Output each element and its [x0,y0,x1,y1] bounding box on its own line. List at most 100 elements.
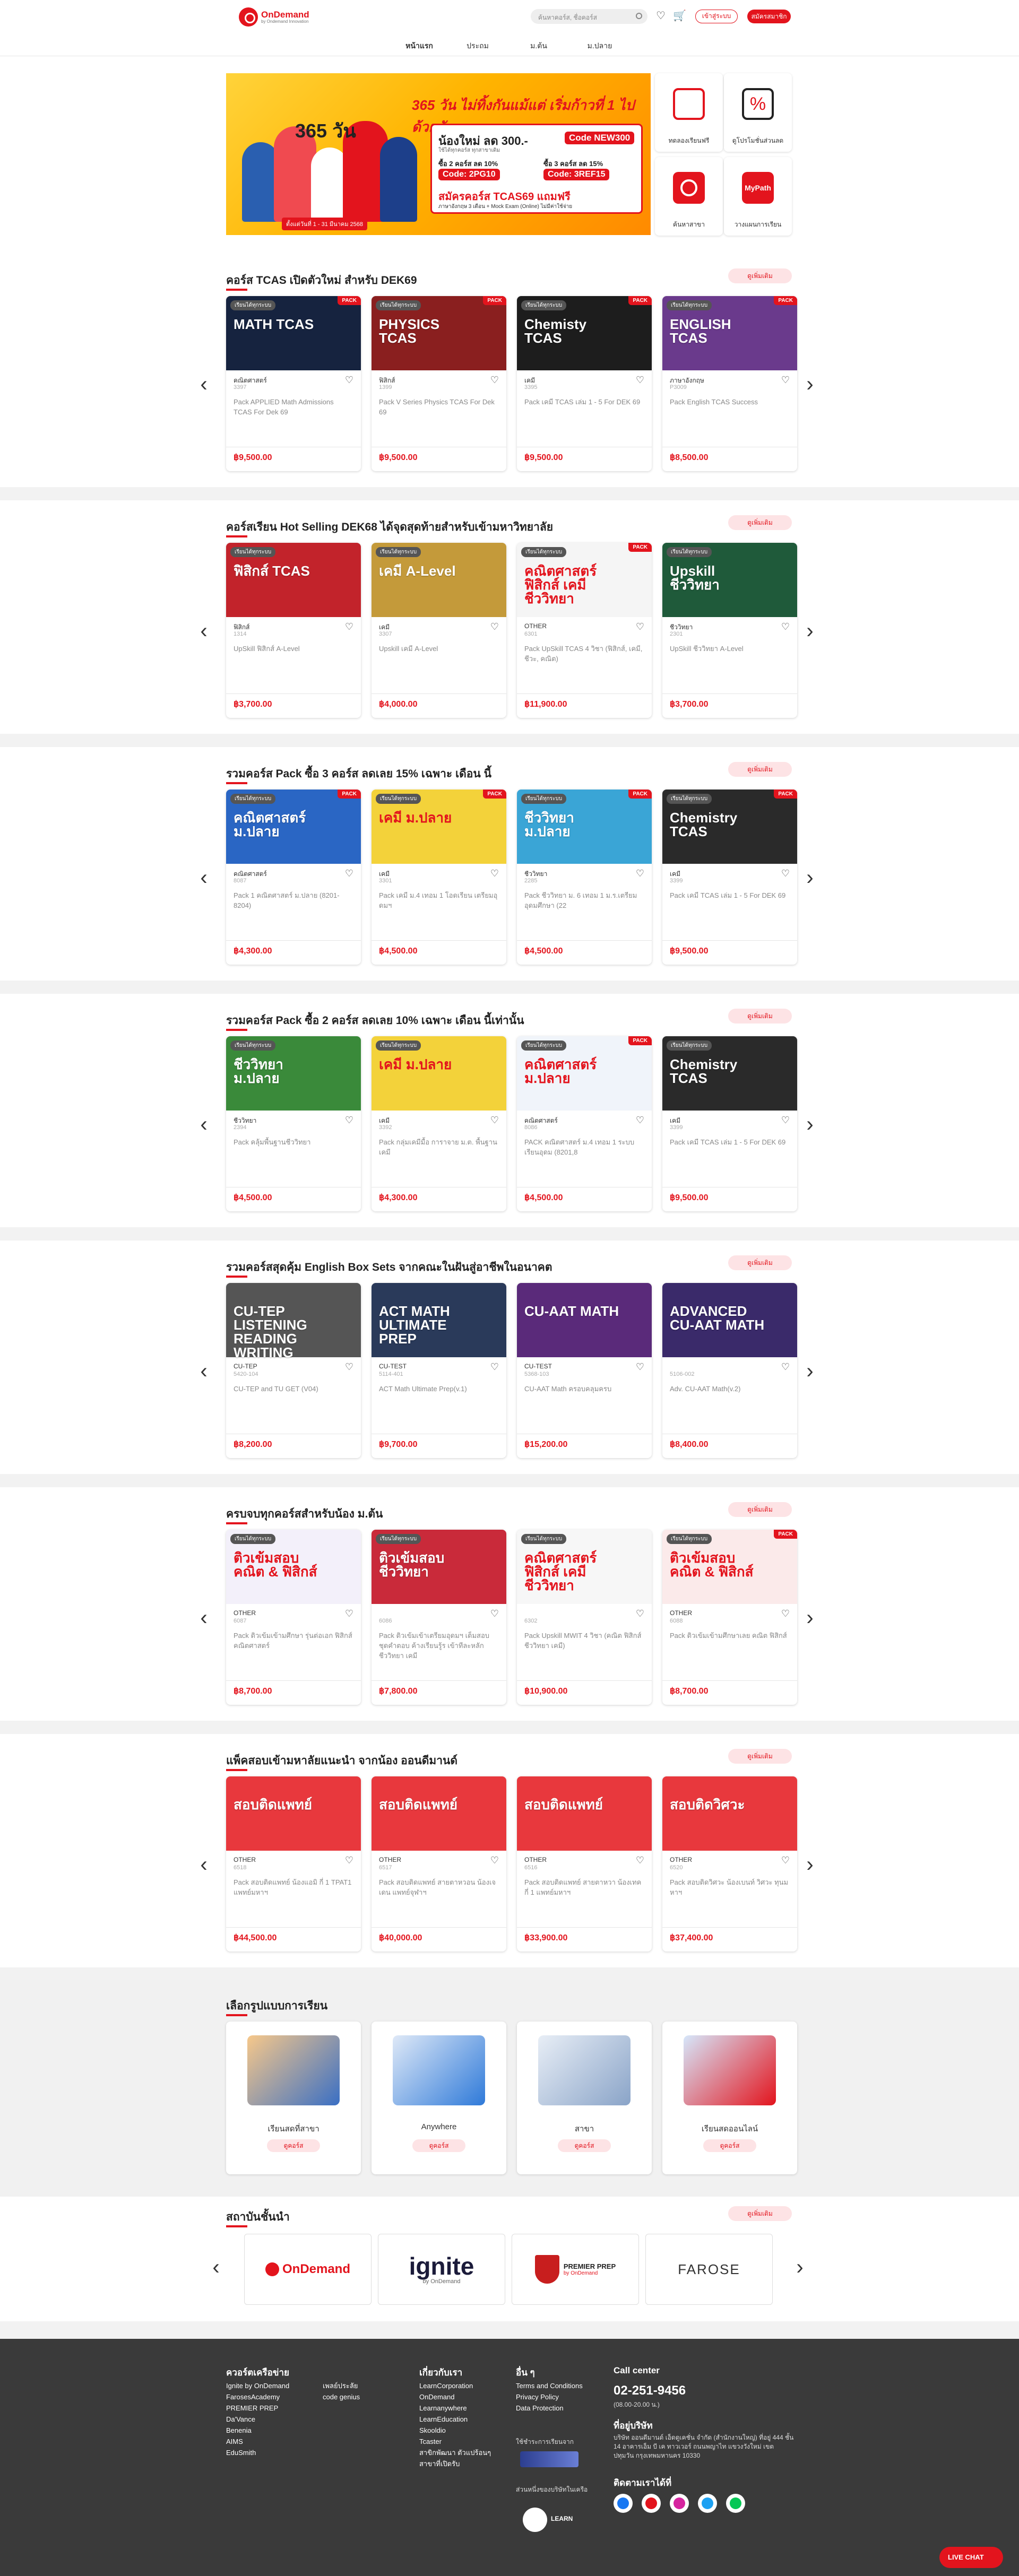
course-card[interactable]: เรียนได้ทุกระบบ คณิตศาสตร์ ม.ปลาย PACK ค… [517,1036,652,1211]
mode-card-branch[interactable]: เรียนสดที่สาขา ดูคอร์ส [226,2022,361,2174]
course-name[interactable]: Pack เคมี ม.4 เทอม 1 โอดเรียน เตรียมอุดม… [379,890,499,922]
footer-link[interactable]: Terms and Conditions [516,2380,583,2391]
heart-icon[interactable]: ♡ [345,1361,353,1373]
course-name[interactable]: Pack English TCAS Success [670,397,790,429]
course-card[interactable]: เรียนได้ทุกระบบ คณิตศาสตร์ ฟิสิกส์ เคมี … [517,1530,652,1705]
quick-mypath[interactable]: MyPath วางแผนการเรียน [724,157,792,236]
course-name[interactable]: UpSkill ฟิสิกส์ A-Level [234,644,353,675]
footer-link[interactable]: FarosesAcademy [226,2391,289,2402]
course-name[interactable]: CU-AAT Math ครอบคลุมครบ [524,1384,644,1416]
heart-icon[interactable]: ♡ [636,375,644,386]
course-card[interactable]: ACT MATH ULTIMATE PREP CU-TEST 5114-401 … [372,1283,506,1458]
see-all-button[interactable]: ดูเพิ่มเติม [728,1255,792,1270]
call-center-phone[interactable]: 02-251-9456 [614,2383,686,2398]
course-card[interactable]: เรียนได้ทุกระบบ เคมี ม.ปลาย เคมี 3392 ♡ … [372,1036,506,1211]
heart-icon[interactable]: ♡ [490,375,499,386]
chevron-right-icon[interactable]: › [804,1360,816,1383]
course-card[interactable]: เรียนได้ทุกระบบ Chemistry TCAS PACK เคมี… [662,790,797,965]
course-name[interactable]: Pack เคมี TCAS เล่ม 1 - 5 For DEK 69 [670,890,790,922]
heart-icon[interactable]: ♡ [636,1855,644,1866]
heart-icon[interactable]: ♡ [490,1115,499,1126]
course-name[interactable]: Pack UpSkill TCAS 4 วิชา (ฟิสิกส์, เคมี,… [524,644,644,675]
course-name[interactable]: Pack ติวเข้มเข้ามศึกษาเลย คณิต ฟิสิกส์ [670,1630,790,1662]
course-name[interactable]: Pack สอบติดวิศวะ น้องเบนท์ วิศวะ ทุนมหาฯ [670,1877,790,1909]
tab-junior-high[interactable]: ม.ต้น [507,40,571,52]
course-card[interactable]: เรียนได้ทุกระบบ ติวเข้มสอบ คณิต & ฟิสิกส… [226,1530,361,1705]
heart-icon[interactable]: ♡ [490,1608,499,1619]
chevron-left-icon[interactable]: ‹ [197,620,210,643]
footer-link[interactable]: Learnanywhere [419,2402,491,2414]
course-card[interactable]: เรียนได้ทุกระบบ คณิตศาสตร์ ม.ปลาย PACK ค… [226,790,361,965]
youtube-icon[interactable] [642,2494,661,2513]
course-card[interactable]: เรียนได้ทุกระบบ เคมี ม.ปลาย PACK เคมี 33… [372,790,506,965]
chevron-left-icon[interactable]: ‹ [197,1360,210,1383]
footer-link[interactable]: EduSmith [226,2447,289,2458]
course-name[interactable]: UpSkill ชีววิทยา A-Level [670,644,790,675]
footer-link[interactable]: สาขิกพัฒนา ตัวแปร้อนๆ [419,2447,491,2458]
tab-home[interactable]: หน้าแรก [387,40,451,59]
twitter-icon[interactable] [698,2494,717,2513]
course-name[interactable]: Pack Upskill MWIT 4 วิชา (คณิต ฟิสิกส์ ช… [524,1630,644,1662]
heart-icon[interactable]: ♡ [636,1115,644,1126]
course-card[interactable]: สอบติดแพทย์ OTHER 6518 ♡ Pack สอบติดแพทย… [226,1776,361,1951]
mode-card-live-online[interactable]: เรียนสดออนไลน์ ดูคอร์ส [662,2022,797,2174]
course-card[interactable]: CU-AAT MATH CU-TEST 5368-103 ♡ CU-AAT Ma… [517,1283,652,1458]
course-card[interactable]: สอบติดแพทย์ OTHER 6517 ♡ Pack สอบติดแพทย… [372,1776,506,1951]
heart-icon[interactable]: ♡ [636,868,644,879]
course-name[interactable]: CU-TEP and TU GET (V04) [234,1384,353,1416]
course-card[interactable]: เรียนได้ทุกระบบ ชีววิทยา ม.ปลาย PACK ชีว… [517,790,652,965]
heart-icon[interactable]: ♡ [490,621,499,632]
mode-card-anywhere[interactable]: Anywhere ดูคอร์ส [372,2022,506,2174]
course-name[interactable]: Adv. CU-AAT Math(v.2) [670,1384,790,1416]
footer-link[interactable]: Ignite by OnDemand [226,2380,289,2391]
chevron-right-icon[interactable]: › [804,620,816,643]
institutes-see-all-button[interactable]: ดูเพิ่มเติม [728,2206,792,2221]
chevron-left-icon[interactable]: ‹ [197,374,210,396]
see-all-button[interactable]: ดูเพิ่มเติม [728,1009,792,1024]
login-button[interactable]: เข้าสู่ระบบ [695,10,738,23]
tab-primary[interactable]: ประถม [446,40,510,52]
heart-icon[interactable]: ♡ [345,1855,353,1866]
course-card[interactable]: ADVANCED CU-AAT MATH 5106-002 ♡ Adv. CU-… [662,1283,797,1458]
footer-link[interactable]: LearnCorporation [419,2380,491,2391]
course-card[interactable]: เรียนได้ทุกระบบ เคมี A-Level เคมี 3307 ♡… [372,543,506,718]
course-card[interactable]: เรียนได้ทุกระบบ คณิตศาสตร์ ฟิสิกส์ เคมี … [517,543,652,718]
cart-icon[interactable]: 🛒 [673,10,686,22]
mode-button[interactable]: ดูคอร์ส [558,2139,611,2152]
course-card[interactable]: เรียนได้ทุกระบบ ชีววิทยา ม.ปลาย ชีววิทยา… [226,1036,361,1211]
course-name[interactable]: Pack 1 คณิตศาสตร์ ม.ปลาย (8201-8204) [234,890,353,922]
course-card[interactable]: เรียนได้ทุกระบบ Chemisty TCAS PACK เคมี … [517,296,652,471]
quick-promotions[interactable]: % ดูโปรโมชั่นส่วนลด [724,73,792,152]
course-name[interactable]: ACT Math Ultimate Prep(v.1) [379,1384,499,1416]
course-card[interactable]: CU-TEP LISTENING READING WRITING CU-TEP … [226,1283,361,1458]
heart-icon[interactable]: ♡ [781,1608,790,1619]
course-card[interactable]: เรียนได้ทุกระบบ Chemistry TCAS เคมี 3399… [662,1036,797,1211]
chevron-left-icon[interactable]: ‹ [197,1854,210,1876]
footer-link[interactable]: PREMIER PREP [226,2402,289,2414]
mode-button[interactable]: ดูคอร์ส [703,2139,756,2152]
course-name[interactable]: Pack V Series Physics TCAS For Dek 69 [379,397,499,429]
course-name[interactable]: Upskill เคมี A-Level [379,644,499,675]
instagram-icon[interactable] [670,2494,689,2513]
footer-link[interactable]: OnDemand [419,2391,491,2402]
footer-link[interactable]: Tcaster [419,2436,491,2447]
chevron-right-icon[interactable]: › [804,867,816,889]
tab-senior-high[interactable]: ม.ปลาย [568,40,632,52]
see-all-button[interactable]: ดูเพิ่มเติม [728,762,792,777]
course-name[interactable]: Pack สอบติดแพทย์ น้องแอมิ กี่ 1 TPAT1 แพ… [234,1877,353,1909]
heart-icon[interactable]: ♡ [345,1608,353,1619]
course-name[interactable]: Pack คลุ้มพื้นฐานชีววิทยา [234,1137,353,1169]
heart-icon[interactable]: ♡ [781,375,790,386]
chevron-right-icon[interactable]: › [804,1114,816,1136]
footer-link[interactable]: AIMS [226,2436,289,2447]
chevron-left-icon[interactable]: ‹ [197,1607,210,1629]
heart-icon[interactable]: ♡ [636,621,644,632]
see-all-button[interactable]: ดูเพิ่มเติม [728,1749,792,1764]
course-card[interactable]: เรียนได้ทุกระบบ ENGLISH TCAS PACK ภาษาอั… [662,296,797,471]
chevron-left-icon[interactable]: ‹ [197,867,210,889]
institute-farose[interactable]: FAROSE [645,2234,773,2305]
course-name[interactable]: Pack ชีววิทยา ม. 6 เทอม 1 ม.ร.เตรียมอุดม… [524,890,644,922]
mode-card-classroom[interactable]: สาขา ดูคอร์ส [517,2022,652,2174]
chevron-right-icon[interactable]: › [804,1854,816,1876]
heart-icon[interactable]: ♡ [654,10,667,22]
